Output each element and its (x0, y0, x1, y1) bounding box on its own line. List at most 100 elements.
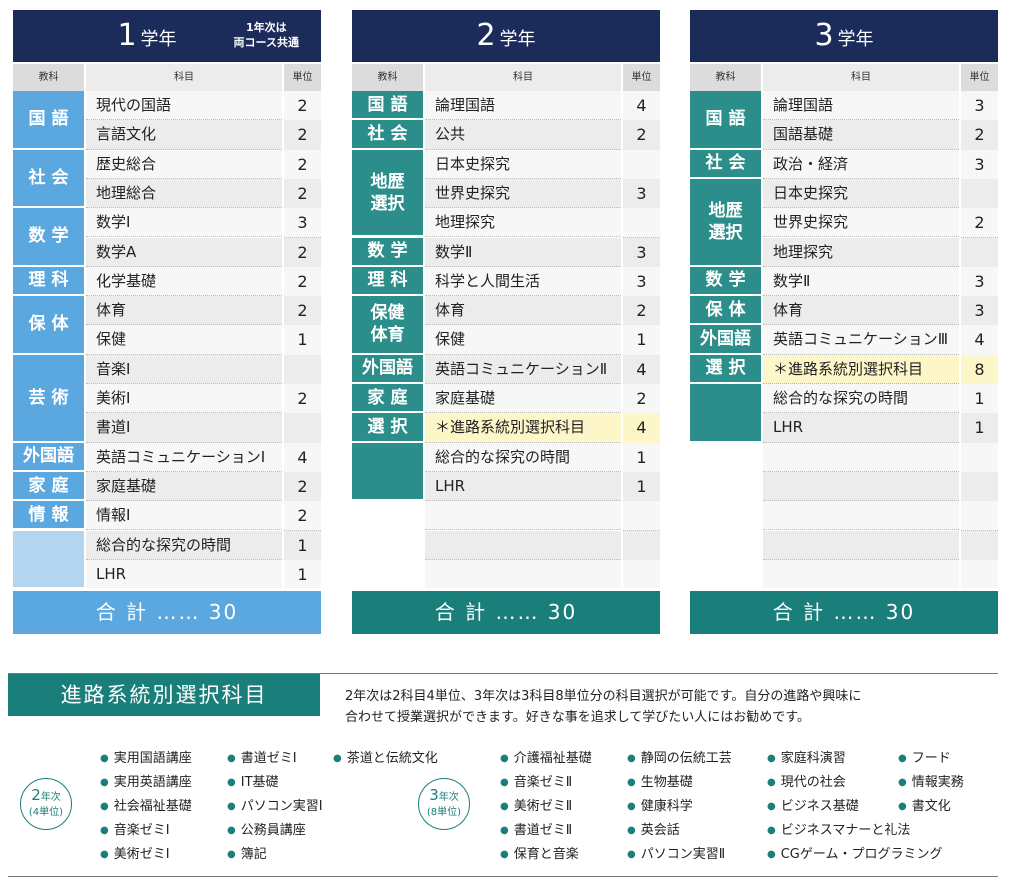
subject-cell: 美術Ⅰ (86, 384, 282, 414)
year2-electives-col1: 実用国語講座実用英語講座社会福祉基礎音楽ゼミⅠ美術ゼミⅠ (100, 747, 192, 867)
column-subject: 科目 (86, 64, 282, 91)
year1-header: 1 学年 1年次は 両コース共通 (13, 10, 321, 62)
unit-cell: 2 (284, 296, 321, 327)
subject-cell: 日本史探究 (425, 149, 621, 179)
subject-cell: 情報Ⅰ (86, 501, 282, 531)
year1-panel: 1 学年 1年次は 両コース共通 教科 科目 単位 現代の国語 2 言語文化 2 歴史総合 2… (13, 10, 321, 634)
category-cell: 外国語 (690, 325, 761, 355)
elective-item: フード (898, 747, 964, 771)
unit-cell: 3 (284, 208, 321, 239)
column-category: 教科 (13, 64, 84, 91)
subject-cell (763, 530, 959, 560)
year2-table: 論理国語 4 公共 2 日本史探究 世界史探究 3 地理探究 数学Ⅱ 3 科学と人間生活 3 体育 2 保健… (352, 91, 660, 591)
column-unit: 単位 (623, 64, 660, 91)
subject-cell: 数学Ⅱ (763, 266, 959, 297)
category-cell: 数 学 (352, 237, 423, 267)
year2-grade: 2 学年 (476, 18, 536, 53)
category-cell: 国 語 (352, 91, 423, 121)
elective-item: CGゲーム・プログラミング (767, 843, 943, 867)
unit-cell (961, 471, 998, 503)
elective-item: 音楽ゼミⅡ (500, 771, 592, 795)
subject-cell: 国語基礎 (763, 120, 959, 150)
category-cell: 家 庭 (13, 471, 84, 502)
elective-item: 英会話 (627, 819, 732, 843)
unit-cell: 1 (284, 559, 321, 591)
year3-electives-col1: 介護福祉基礎音楽ゼミⅡ美術ゼミⅡ書道ゼミⅡ保育と音楽 (500, 747, 592, 867)
subject-cell: 総合的な探究の時間 (763, 384, 959, 414)
unit-cell: 1 (623, 325, 660, 356)
subject-cell: 科学と人間生活 (425, 266, 621, 297)
subject-cell: 英語コミュニケーションⅢ (763, 325, 959, 355)
category-cell: 家 庭 (352, 384, 423, 414)
subject-cell: 保健 (86, 325, 282, 355)
year3-grade: 3 学年 (814, 18, 874, 53)
unit-cell (623, 208, 660, 239)
category-cell (690, 384, 761, 443)
elective-item: 保育と音楽 (500, 843, 592, 867)
unit-cell: 3 (623, 178, 660, 210)
elective-item: 健康科学 (627, 795, 732, 819)
unit-cell (623, 501, 660, 532)
unit-cell: 2 (623, 384, 660, 415)
subject-cell: 総合的な探究の時間 (86, 530, 282, 560)
subject-cell: 数学Ⅱ (425, 237, 621, 267)
unit-cell: 2 (284, 120, 321, 151)
year3-panel: 3 学年 教科 科目 単位 論理国語 3 国語基礎 2 政治・経済 3 日本史探究 世界史探究 2… (690, 10, 998, 634)
unit-cell: 3 (961, 91, 998, 122)
subject-cell (763, 559, 959, 590)
elective-item: 介護福祉基礎 (500, 747, 592, 771)
unit-cell: 4 (961, 325, 998, 356)
path-section-title: 進路系統別選択科目 (8, 674, 320, 716)
elective-item: 実用国語講座 (100, 747, 192, 771)
subject-cell: LHR (86, 559, 282, 590)
subject-cell: 書道Ⅰ (86, 413, 282, 443)
elective-item: パソコン実習Ⅰ (227, 795, 323, 819)
subject-cell: 英語コミュニケーションⅠ (86, 442, 282, 472)
subject-cell: 体育 (425, 296, 621, 326)
unit-cell: 2 (284, 471, 321, 503)
subject-cell: 現代の国語 (86, 91, 282, 121)
elective-item: 美術ゼミⅠ (100, 843, 192, 867)
year2-badge: 2年次 (4単位) (20, 778, 72, 830)
column-unit: 単位 (284, 64, 321, 91)
subject-cell: 言語文化 (86, 120, 282, 150)
unit-cell (623, 530, 660, 561)
subject-cell: ＊進路系統別選択科目 (763, 354, 959, 384)
subject-cell: 体育 (763, 296, 959, 326)
subject-cell: LHR (425, 471, 621, 502)
year2-column-header: 教科 科目 単位 (352, 64, 660, 91)
subject-cell: 地理探究 (763, 237, 959, 267)
unit-cell: 1 (623, 442, 660, 473)
elective-item: 書文化 (898, 795, 964, 819)
category-cell: 選 択 (352, 413, 423, 443)
elective-item: ビジネスマナーと礼法 (767, 819, 943, 843)
elective-item: 簿記 (227, 843, 323, 867)
category-cell: 芸 術 (13, 354, 84, 443)
unit-cell: 2 (284, 501, 321, 532)
unit-cell: 4 (623, 413, 660, 444)
category-cell: 地歴 選択 (690, 178, 761, 267)
category-cell (352, 442, 423, 502)
unit-cell: 4 (623, 354, 660, 385)
subject-cell: 体育 (86, 296, 282, 326)
unit-cell: 2 (284, 178, 321, 210)
unit-cell: 4 (623, 91, 660, 122)
unit-cell (961, 501, 998, 532)
elective-item: 茶道と伝統文化 (333, 747, 438, 771)
category-cell: 保 体 (13, 296, 84, 355)
category-cell: 外国語 (13, 442, 84, 472)
year2-header: 2 学年 (352, 10, 660, 62)
subject-cell: 英語コミュニケーションⅡ (425, 354, 621, 384)
year3-electives-col2: 静岡の伝統工芸生物基礎健康科学英会話パソコン実習Ⅱ (627, 747, 732, 867)
year3-badge: 3年次 (8単位) (418, 778, 470, 830)
category-cell: 理 科 (352, 266, 423, 297)
unit-cell: 2 (623, 296, 660, 327)
unit-cell: 2 (284, 384, 321, 415)
subject-cell: 世界史探究 (763, 208, 959, 238)
subject-cell (425, 559, 621, 590)
year3-column-header: 教科 科目 単位 (690, 64, 998, 91)
category-cell: 国 語 (13, 91, 84, 150)
category-cell: 情 報 (13, 501, 84, 531)
unit-cell: 1 (623, 471, 660, 503)
elective-item: 生物基礎 (627, 771, 732, 795)
